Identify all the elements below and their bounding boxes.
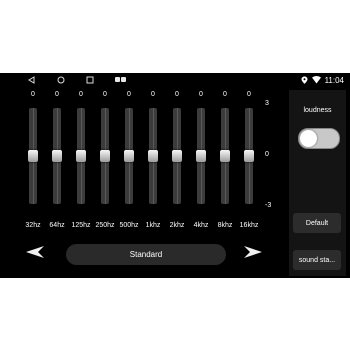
band-frequency-label: 125hz: [71, 222, 91, 229]
gain-scale-label: -3: [265, 202, 272, 209]
band-slider-thumb[interactable]: [76, 150, 86, 162]
band-slider-thumb[interactable]: [124, 150, 134, 162]
band-frequency-label: 2khz: [169, 222, 185, 229]
band-slider-thumb[interactable]: [220, 150, 230, 162]
home-icon: [57, 76, 65, 84]
band-gain-value: 0: [55, 91, 59, 98]
band-gain-value: 0: [151, 91, 155, 98]
back-icon: [28, 76, 35, 84]
loudness-label: loudness: [303, 107, 332, 114]
gain-scale-label: 0: [265, 151, 269, 158]
band-frequency-label: 1khz: [145, 222, 161, 229]
band-gain-value: 0: [247, 91, 251, 98]
band-frequency-label: 16khz: [239, 222, 259, 229]
band-gain-value: 0: [79, 91, 83, 98]
band-slider-thumb[interactable]: [100, 150, 110, 162]
wifi-icon: [311, 76, 321, 84]
band-frequency-label: 500hz: [119, 222, 139, 229]
band-frequency-label: 32hz: [25, 222, 41, 229]
band-slider-thumb[interactable]: [52, 150, 62, 162]
eq-screen: 11:04 0 32hz 0 64hz 0 125hz 0 250hz 0 500hz 0 1khz 0…: [0, 73, 350, 278]
loudness-toggle[interactable]: [298, 128, 340, 149]
location-icon: [301, 76, 308, 84]
band-slider-thumb[interactable]: [244, 150, 254, 162]
band-gain-value: 0: [31, 91, 35, 98]
previous-preset-button[interactable]: [25, 245, 45, 259]
band-frequency-label: 64hz: [49, 222, 65, 229]
band-frequency-label: 250hz: [95, 222, 115, 229]
toggle-knob: [300, 130, 317, 147]
back-button[interactable]: [26, 73, 38, 87]
sound-stage-button[interactable]: sound sta...: [293, 250, 341, 270]
band-gain-value: 0: [127, 91, 131, 98]
equalizer-panel: 0 32hz 0 64hz 0 125hz 0 250hz 0 500hz 0 1khz 0 2khz 0 4…: [10, 91, 287, 229]
recents-button[interactable]: [84, 73, 96, 87]
band-slider-thumb[interactable]: [28, 150, 38, 162]
band-gain-value: 0: [199, 91, 203, 98]
home-button[interactable]: [55, 73, 67, 87]
side-panel: loudness Default sound sta...: [289, 90, 346, 276]
status-area: 11:04: [301, 73, 344, 87]
next-preset-button[interactable]: [243, 245, 263, 259]
band-slider-thumb[interactable]: [196, 150, 206, 162]
band-frequency-label: 8khz: [217, 222, 233, 229]
arrow-left-icon: [26, 246, 44, 258]
arrow-right-icon: [244, 246, 262, 258]
notification-icon: [121, 77, 126, 82]
default-button[interactable]: Default: [293, 213, 341, 233]
band-slider-thumb[interactable]: [148, 150, 158, 162]
band-gain-value: 0: [175, 91, 179, 98]
clock: 11:04: [324, 75, 344, 85]
band-gain-value: 0: [103, 91, 107, 98]
system-bar: 11:04: [0, 73, 350, 87]
band-gain-value: 0: [223, 91, 227, 98]
band-slider-thumb[interactable]: [172, 150, 182, 162]
band-frequency-label: 4khz: [193, 222, 209, 229]
notification-icon: [115, 77, 120, 82]
recents-icon: [86, 76, 94, 84]
gain-scale-label: 3: [265, 100, 269, 107]
preset-selector[interactable]: Standard: [66, 244, 226, 265]
